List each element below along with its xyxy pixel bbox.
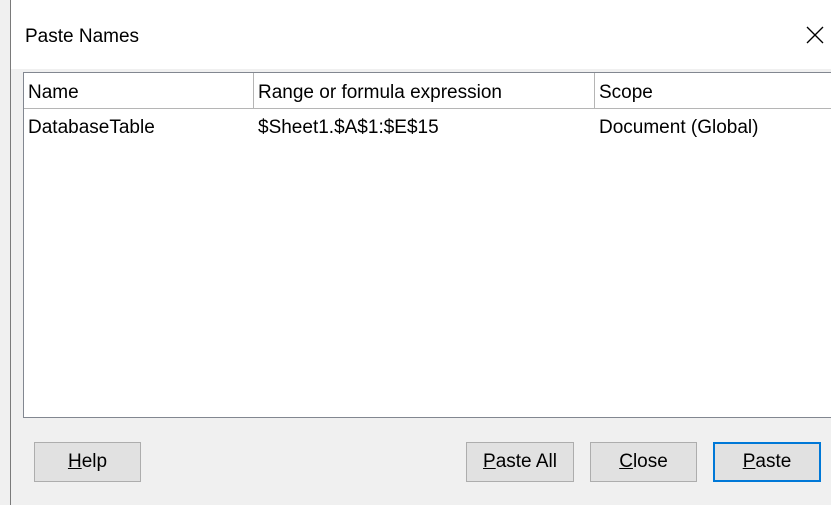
dialog-left-border <box>10 0 11 505</box>
help-label-rest: elp <box>81 451 108 472</box>
title-bar: Paste Names <box>11 0 831 69</box>
column-header-name[interactable]: Name <box>24 73 254 108</box>
paste-all-button[interactable]: Paste All <box>466 442 574 482</box>
close-icon-glyph <box>806 26 824 44</box>
close-mnemonic: C <box>619 451 633 472</box>
row-name-cell: DatabaseTable <box>28 117 155 138</box>
close-icon[interactable] <box>798 18 831 52</box>
paste-label-rest: aste <box>755 451 792 472</box>
table-row[interactable]: DatabaseTable $Sheet1.$A$1:$E$15 Documen… <box>24 111 831 145</box>
paste-names-dialog: Paste Names Name Range or formula expres… <box>0 0 831 505</box>
column-header-row: Name Range or formula expression Scope <box>24 73 831 109</box>
row-scope-cell: Document (Global) <box>599 117 759 138</box>
row-range-cell: $Sheet1.$A$1:$E$15 <box>258 117 439 138</box>
close-button[interactable]: Close <box>590 442 697 482</box>
paste-mnemonic: P <box>742 451 756 472</box>
names-list[interactable]: Name Range or formula expression Scope D… <box>23 72 831 418</box>
column-header-range[interactable]: Range or formula expression <box>254 73 595 108</box>
column-header-scope[interactable]: Scope <box>595 73 831 108</box>
dialog-title: Paste Names <box>25 26 140 47</box>
paste-all-label-rest: aste All <box>495 451 557 472</box>
help-mnemonic: H <box>67 451 82 472</box>
help-button[interactable]: Help <box>34 442 141 482</box>
close-label-rest: lose <box>632 451 668 472</box>
paste-button[interactable]: Paste <box>713 442 821 482</box>
paste-all-mnemonic: P <box>483 451 496 472</box>
